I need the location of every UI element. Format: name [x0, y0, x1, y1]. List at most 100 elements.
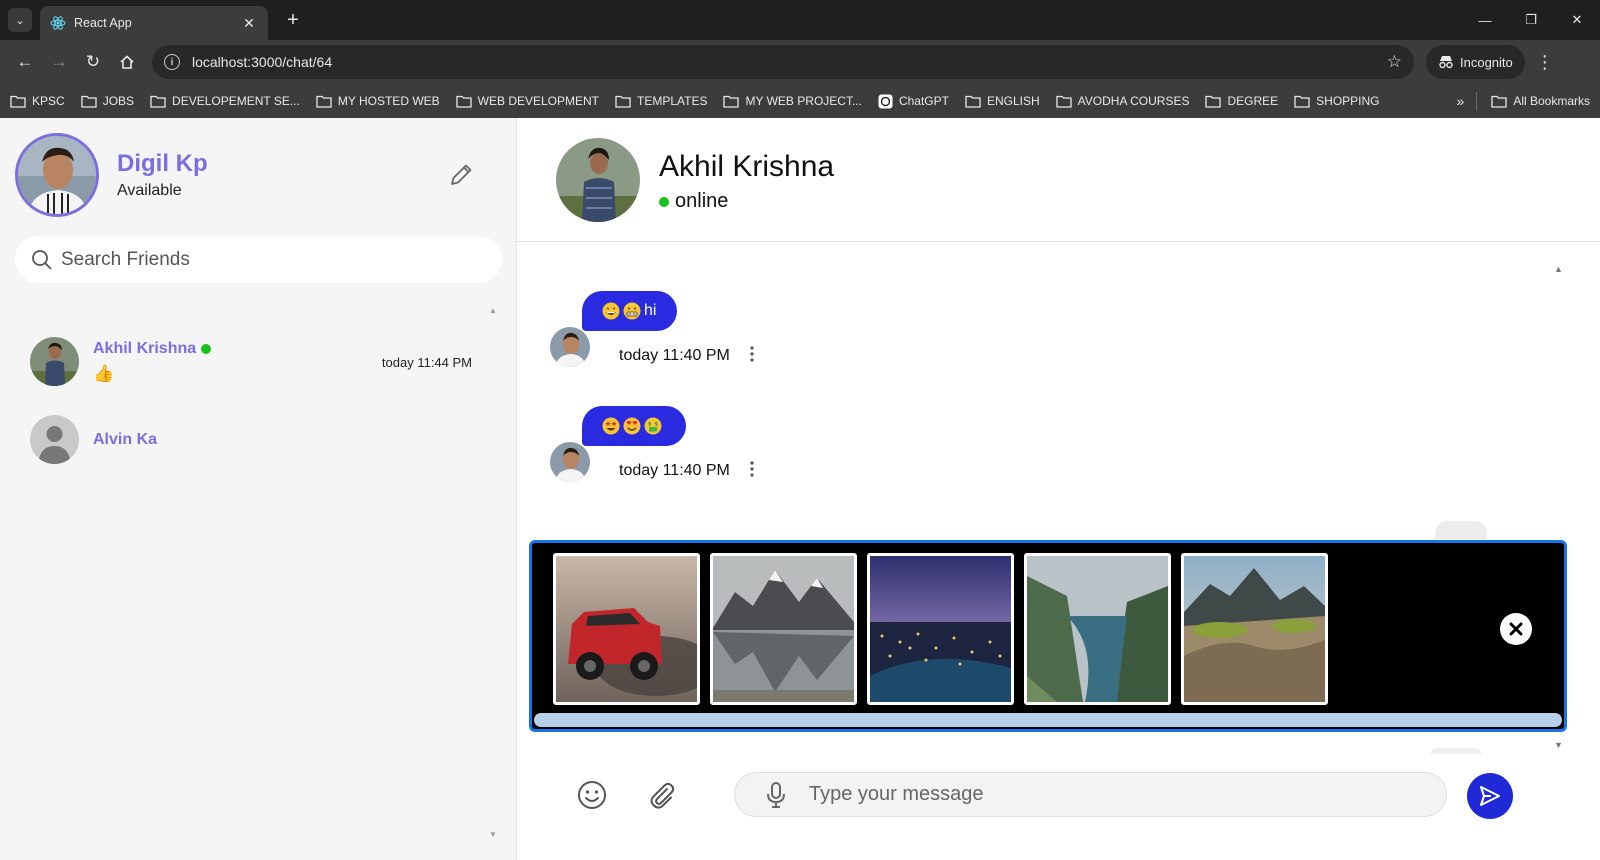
- preview-image-thumbnail[interactable]: [710, 553, 857, 705]
- bookmark-folder[interactable]: JOBS: [81, 94, 134, 108]
- sidebar-scroll-up-icon[interactable]: ▲: [489, 306, 497, 315]
- url-text: localhost:3000/chat/64: [192, 54, 333, 70]
- folder-icon: [10, 95, 26, 108]
- message-options-icon[interactable]: [748, 460, 756, 483]
- bookmark-folder[interactable]: TEMPLATES: [615, 94, 707, 108]
- bookmark-folder[interactable]: AVODHA COURSES: [1056, 94, 1189, 108]
- browser-menu-icon[interactable]: ⋮: [1535, 52, 1555, 73]
- profile-status: Available: [117, 182, 182, 199]
- chatgpt-icon: [878, 94, 893, 108]
- close-window-icon[interactable]: ✕: [1554, 0, 1600, 40]
- friend-info: Akhil Krishna 👍: [93, 340, 212, 384]
- user-profile: Digil Kp Available: [15, 133, 208, 217]
- chat-header: Akhil Krishna online: [517, 118, 1600, 242]
- emoji-picker-icon[interactable]: [577, 780, 607, 815]
- attach-file-icon[interactable]: [647, 780, 677, 815]
- folder-icon: [81, 95, 97, 108]
- last-message: 👍: [93, 363, 115, 383]
- send-button[interactable]: [1467, 773, 1513, 819]
- message-text: hi: [644, 302, 657, 319]
- money-mouth-emoji-icon: $ $: [644, 417, 662, 435]
- message-options-icon[interactable]: [748, 345, 756, 368]
- partially-hidden-message: [1435, 521, 1487, 539]
- bookmark-folder[interactable]: KPSC: [10, 94, 65, 108]
- home-icon[interactable]: [110, 45, 144, 79]
- friend-name: Akhil Krishna: [93, 340, 212, 358]
- friend-info: Alvin Ka: [93, 431, 157, 449]
- bookmark-link[interactable]: ChatGPT: [878, 94, 949, 109]
- message-placeholder: Type your message: [809, 783, 984, 805]
- incognito-icon: [1439, 56, 1453, 69]
- reload-icon[interactable]: ↻: [76, 45, 110, 79]
- sidebar-scroll-down-icon[interactable]: ▼: [489, 830, 497, 839]
- bookmarks-divider: [1476, 92, 1478, 110]
- bookmark-folder[interactable]: MY WEB PROJECT...: [723, 94, 862, 108]
- folder-icon: [1056, 95, 1072, 108]
- image-preview-panel: [529, 540, 1567, 732]
- folder-icon: [965, 95, 981, 108]
- folder-icon: [150, 95, 166, 108]
- online-indicator: [659, 196, 669, 207]
- star-eyes-emoji-icon: [602, 417, 620, 435]
- online-indicator: [201, 343, 212, 354]
- incognito-badge[interactable]: Incognito: [1426, 45, 1525, 79]
- tab-close-icon[interactable]: ✕: [240, 15, 258, 32]
- preview-image-thumbnail[interactable]: [867, 553, 1014, 705]
- back-icon[interactable]: ←: [8, 45, 42, 79]
- browser-tab-strip: ⌄ React App ✕ + — ❐ ✕: [0, 0, 1600, 40]
- bookmark-folder[interactable]: DEVELOPEMENT SE...: [150, 94, 300, 108]
- preview-horizontal-scrollbar[interactable]: [534, 713, 1562, 727]
- tab-search-button[interactable]: ⌄: [8, 8, 32, 32]
- incognito-label: Incognito: [1460, 54, 1513, 70]
- more-bookmarks-icon[interactable]: »: [1457, 93, 1465, 109]
- contact-status: online: [659, 190, 728, 213]
- bookmark-folder[interactable]: ENGLISH: [965, 94, 1040, 108]
- search-icon: [32, 249, 52, 270]
- react-icon: [50, 16, 66, 30]
- bookmark-folder[interactable]: MY HOSTED WEB: [316, 94, 440, 108]
- all-bookmarks-button[interactable]: All Bookmarks: [1491, 94, 1590, 108]
- chat-panel: Akhil Krishna online ▲ hi today 11:40 PM…: [517, 118, 1600, 860]
- minimize-icon[interactable]: —: [1462, 0, 1508, 40]
- forward-icon[interactable]: →: [42, 45, 76, 79]
- folder-icon: [615, 95, 631, 108]
- bookmark-star-icon[interactable]: ☆: [1387, 52, 1402, 72]
- folder-icon: [723, 95, 740, 108]
- svg-text:$: $: [655, 422, 659, 428]
- friend-item[interactable]: Akhil Krishna 👍 today 11:44 PM: [30, 337, 480, 386]
- bookmark-folder[interactable]: WEB DEVELOPMENT: [456, 94, 599, 108]
- friend-name: Alvin Ka: [93, 430, 158, 448]
- search-friends-input[interactable]: Search Friends: [15, 236, 502, 283]
- new-tab-button[interactable]: +: [282, 9, 304, 31]
- message-bubble[interactable]: hi: [582, 291, 677, 331]
- search-placeholder: Search Friends: [61, 248, 190, 270]
- chat-app: Digil Kp Available Search Friends ▲ Akhi…: [0, 118, 1600, 860]
- grimace-emoji-icon: [623, 302, 641, 320]
- contact-avatar[interactable]: [556, 138, 640, 222]
- site-info-icon[interactable]: i: [164, 54, 180, 70]
- edit-profile-icon[interactable]: [448, 162, 474, 193]
- chat-scroll-up-icon[interactable]: ▲: [1554, 264, 1563, 274]
- microphone-icon[interactable]: [765, 781, 787, 809]
- browser-tab[interactable]: React App ✕: [40, 6, 268, 40]
- profile-avatar[interactable]: [15, 133, 99, 217]
- close-preview-icon[interactable]: [1500, 613, 1532, 645]
- friend-item[interactable]: Alvin Ka: [30, 415, 480, 464]
- bookmark-folder[interactable]: SHOPPING: [1294, 94, 1380, 108]
- restore-icon[interactable]: ❐: [1508, 0, 1554, 40]
- message-time: today 11:40 PM: [619, 462, 730, 479]
- url-input[interactable]: i localhost:3000/chat/64 ☆: [152, 45, 1414, 79]
- folder-icon: [316, 95, 332, 108]
- preview-image-thumbnail[interactable]: [1024, 553, 1171, 705]
- window-controls: — ❐ ✕: [1462, 0, 1600, 40]
- svg-text:$: $: [648, 422, 652, 428]
- grin-emoji-icon: [602, 302, 620, 320]
- chat-scroll-down-icon[interactable]: ▼: [1554, 740, 1563, 750]
- message-bubble[interactable]: $ $: [582, 406, 686, 446]
- heart-eyes-emoji-icon: [623, 417, 641, 435]
- bookmark-folder[interactable]: DEGREE: [1205, 94, 1278, 108]
- message-input[interactable]: Type your message: [734, 772, 1447, 817]
- preview-image-thumbnail[interactable]: [1181, 553, 1328, 705]
- preview-image-thumbnail[interactable]: [553, 553, 700, 705]
- folder-icon: [1294, 95, 1310, 108]
